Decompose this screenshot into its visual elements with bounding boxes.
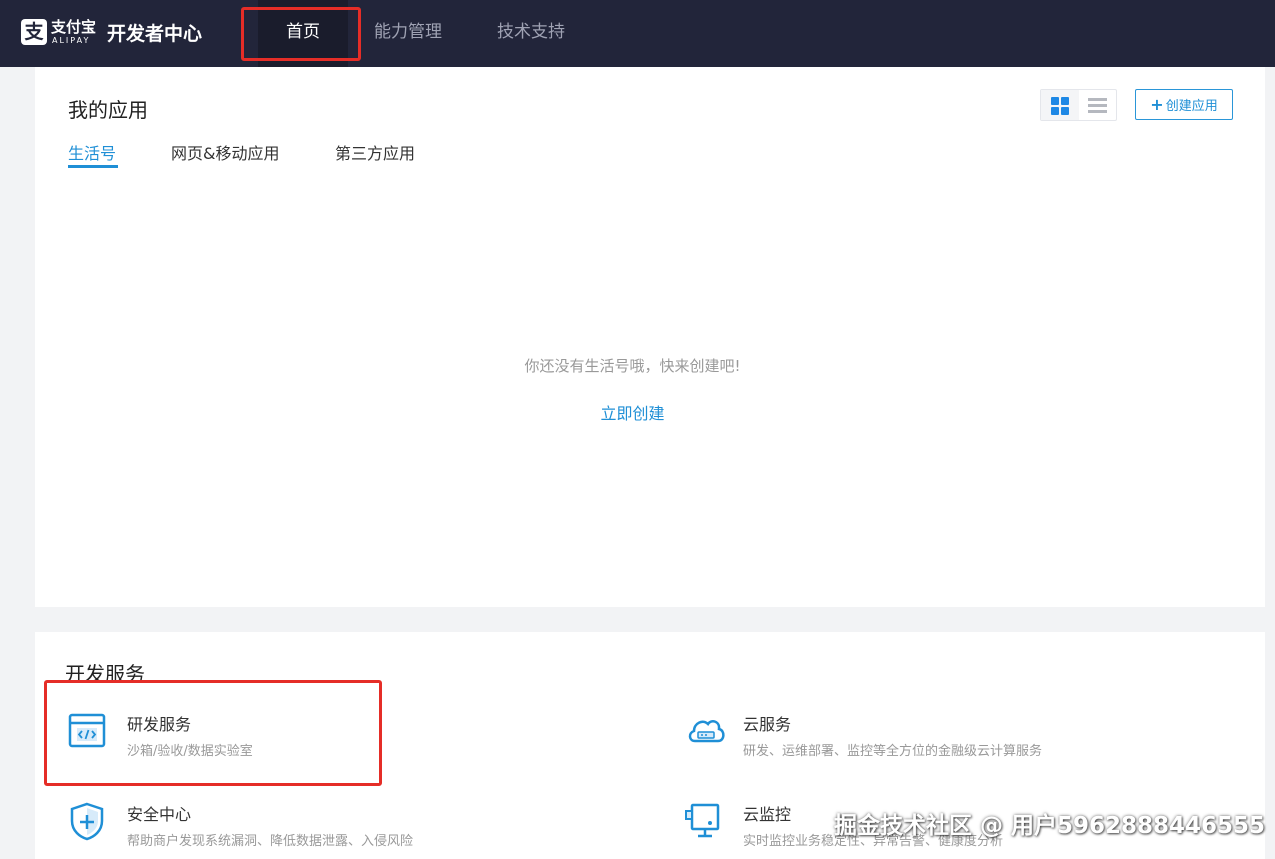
- grid-view-icon[interactable]: [1041, 90, 1079, 120]
- list-view-icon[interactable]: [1079, 90, 1117, 120]
- logo-subtext: ALIPAY: [52, 36, 91, 45]
- nav-tech-support[interactable]: 技术支持: [487, 0, 575, 67]
- tab-life-account[interactable]: 生活号: [68, 140, 116, 164]
- plus-icon: +: [1150, 95, 1164, 114]
- highlight-box-service: [44, 680, 382, 786]
- service-title: 云服务: [743, 715, 792, 734]
- watermark: 掘金技术社区 @ 用户5962888446555: [834, 813, 1266, 839]
- site-title[interactable]: 开发者中心: [107, 19, 202, 46]
- service-cloud[interactable]: 云服务 研发、运维部署、监控等全方位的金融级云计算服务: [683, 711, 1103, 759]
- view-toggle: [1040, 89, 1117, 121]
- my-apps-title: 我的应用: [68, 98, 148, 122]
- highlight-box-nav: [241, 7, 361, 61]
- tab-web-mobile-apps[interactable]: 网页&移动应用: [171, 140, 279, 164]
- service-title: 安全中心: [127, 805, 192, 824]
- empty-state-message: 你还没有生活号哦，快来创建吧!: [524, 357, 741, 375]
- alipay-logo-icon[interactable]: 支: [21, 19, 47, 45]
- service-security[interactable]: 安全中心 帮助商户发现系统漏洞、降低数据泄露、入侵风险: [67, 801, 487, 849]
- monitor-icon: [685, 803, 720, 838]
- service-desc: 帮助商户发现系统漏洞、降低数据泄露、入侵风险: [127, 834, 414, 849]
- shield-plus-icon: [70, 802, 104, 841]
- create-app-button[interactable]: + 创建应用: [1135, 89, 1233, 120]
- top-navigation-bar: 支 支付宝 ALIPAY 开发者中心 首页 能力管理 技术支持: [0, 0, 1275, 67]
- create-app-label: 创建应用: [1165, 99, 1218, 114]
- logo-text: 支付宝: [51, 18, 97, 36]
- active-tab-indicator: [68, 165, 118, 168]
- cloud-icon: [688, 720, 725, 743]
- service-desc: 研发、运维部署、监控等全方位的金融级云计算服务: [743, 744, 1043, 759]
- service-title: 云监控: [743, 805, 792, 824]
- nav-capability-management[interactable]: 能力管理: [364, 0, 452, 67]
- create-now-link[interactable]: 立即创建: [0, 400, 1265, 424]
- tab-third-party-apps[interactable]: 第三方应用: [335, 140, 415, 164]
